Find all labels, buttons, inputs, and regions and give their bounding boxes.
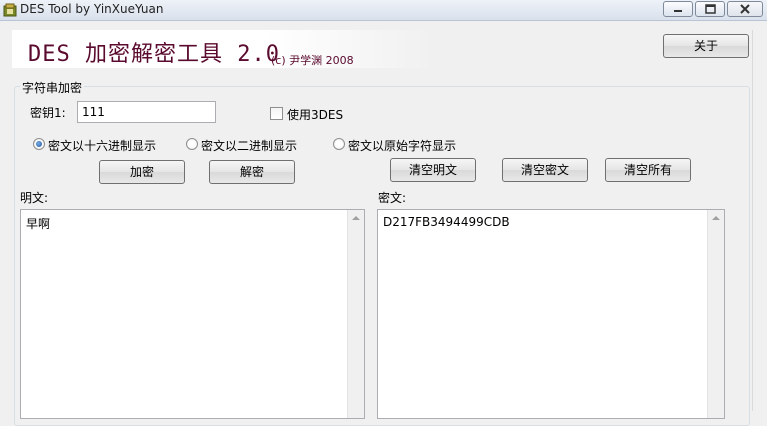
encrypt-button[interactable]: 加密 (99, 160, 185, 184)
radio-hex-label[interactable]: 密文以十六进制显示 (48, 137, 156, 154)
clear-plaintext-button[interactable]: 清空明文 (390, 158, 476, 182)
plaintext-label: 明文: (20, 191, 49, 205)
banner-copyright: (c) 尹学渊 2008 (271, 54, 354, 67)
clear-ciphertext-button[interactable]: 清空密文 (502, 158, 588, 182)
maximize-icon (705, 4, 716, 14)
use-3des-label[interactable]: 使用3DES (287, 106, 343, 123)
ciphertext-content: D217FB3494499CDB (383, 215, 510, 229)
plaintext-scrollbar[interactable] (347, 210, 364, 418)
close-button[interactable] (727, 1, 763, 17)
close-icon (740, 4, 750, 14)
radio-binary-display[interactable] (186, 138, 198, 150)
minimize-icon (674, 10, 682, 12)
minimize-button[interactable] (663, 1, 693, 17)
app-icon (3, 3, 17, 17)
key-label: 密钥1: (30, 106, 66, 120)
radio-hex-display[interactable] (33, 138, 45, 150)
window-divider (752, 30, 753, 411)
group-title: 字符串加密 (20, 79, 85, 96)
decrypt-button[interactable]: 解密 (209, 160, 295, 184)
ciphertext-scrollbar[interactable] (707, 210, 724, 418)
about-button[interactable]: 关于 (663, 34, 749, 58)
maximize-button[interactable] (695, 1, 725, 17)
scroll-up-icon[interactable] (352, 216, 360, 220)
radio-binary-label[interactable]: 密文以二进制显示 (201, 137, 297, 154)
key-input[interactable]: 111 (77, 101, 216, 123)
radio-raw-label[interactable]: 密文以原始字符显示 (348, 137, 456, 154)
clear-all-button[interactable]: 清空所有 (605, 158, 691, 182)
ciphertext-label: 密文: (378, 191, 407, 205)
plaintext-textarea[interactable]: 早啊 (20, 209, 365, 419)
radio-raw-display[interactable] (333, 138, 345, 150)
scroll-up-icon[interactable] (712, 216, 720, 220)
use-3des-checkbox[interactable] (270, 107, 283, 120)
plaintext-content: 早啊 (26, 217, 51, 231)
ciphertext-textarea[interactable]: D217FB3494499CDB (377, 209, 725, 419)
window-title: DES Tool by YinXueYuan (20, 2, 164, 16)
banner-title: DES 加密解密工具 2.0 (28, 42, 280, 67)
